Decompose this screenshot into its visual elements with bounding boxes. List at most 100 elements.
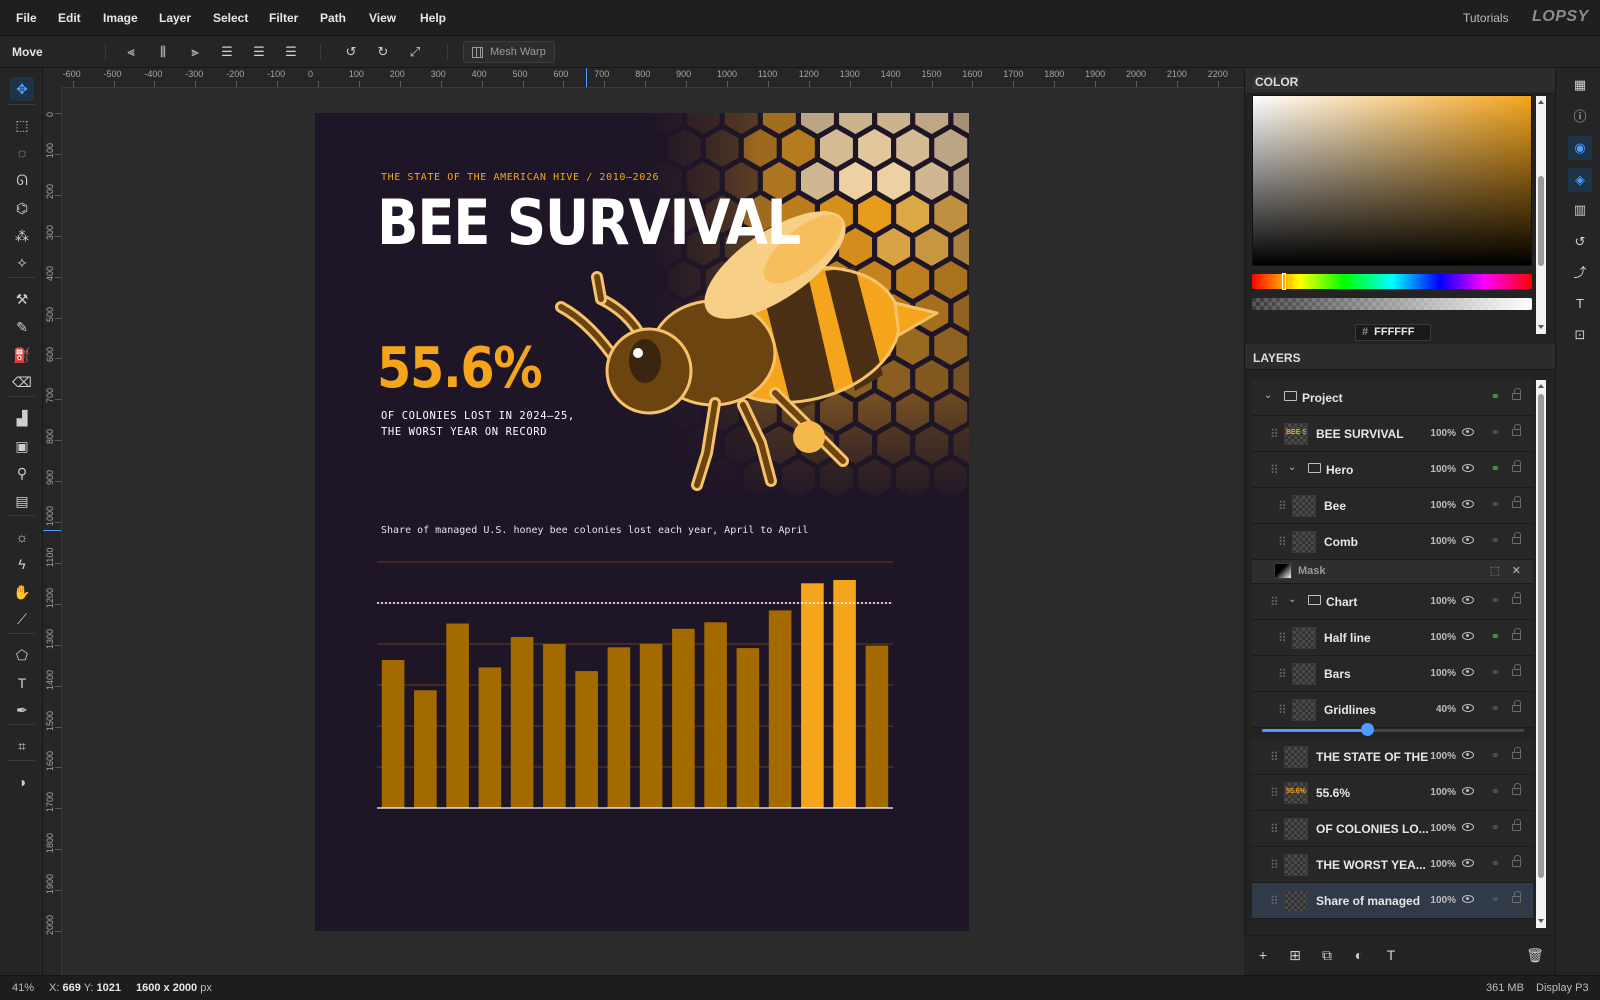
eye-icon[interactable] bbox=[1462, 500, 1474, 508]
eye-icon[interactable] bbox=[1462, 859, 1474, 867]
spray-icon[interactable]: ⛽ bbox=[10, 343, 34, 367]
polygon-icon[interactable]: ⬠ bbox=[10, 643, 34, 667]
mesh-warp-button[interactable]: Mesh Warp bbox=[463, 41, 555, 63]
menu-filter[interactable]: Filter bbox=[269, 11, 298, 25]
eyedropper-icon[interactable]: ⟋ bbox=[10, 607, 34, 631]
eye-icon[interactable] bbox=[1462, 751, 1474, 759]
eye-icon[interactable] bbox=[1462, 704, 1474, 712]
drag-handle-icon[interactable]: ⠿ bbox=[1278, 631, 1287, 645]
fill-icon[interactable]: ▟ bbox=[10, 406, 34, 430]
spot-heal-icon[interactable]: ✧ bbox=[10, 251, 34, 275]
lock-icon[interactable] bbox=[1512, 891, 1521, 903]
layer-row[interactable]: ⠿ Comb 100% ⚭ bbox=[1252, 524, 1533, 560]
palette-icon[interactable]: ◉ bbox=[1568, 136, 1592, 160]
color-panel-scrollbar[interactable] bbox=[1536, 96, 1546, 334]
layers-list[interactable]: ⌄ Project ⚭ ⠿ BEE SURV BEE SURVIVAL 100% ⚭ ⠿ ⌄ Her… bbox=[1252, 380, 1533, 930]
align-right-icon[interactable]: ⫸ bbox=[185, 42, 205, 62]
eye-icon[interactable] bbox=[1462, 823, 1474, 831]
menu-edit[interactable]: Edit bbox=[58, 11, 81, 25]
film-icon[interactable]: ▤ bbox=[10, 489, 34, 513]
eye-icon[interactable] bbox=[1462, 632, 1474, 640]
expand-icon[interactable]: ⤢ bbox=[405, 42, 425, 62]
eye-icon[interactable] bbox=[1462, 787, 1474, 795]
layer-folder-row[interactable]: ⠿ ⌄ Hero 100% ⚭ bbox=[1252, 452, 1533, 488]
zoom-level[interactable]: 41% bbox=[12, 982, 34, 994]
alpha-slider[interactable] bbox=[1252, 298, 1532, 310]
horizontal-ruler[interactable]: -600 -500 -400 -300 -200 -100 0 100 200 300 400 500… bbox=[62, 68, 1244, 88]
eye-icon[interactable] bbox=[1462, 536, 1474, 544]
eye-icon[interactable] bbox=[1462, 596, 1474, 604]
lock-icon[interactable] bbox=[1512, 532, 1521, 544]
align-center-h-icon[interactable]: ⫼ bbox=[153, 42, 173, 62]
link-icon[interactable]: ⚭ bbox=[1491, 630, 1500, 643]
duplicate-layer-icon[interactable]: ⧉ bbox=[1316, 944, 1338, 966]
map-icon[interactable]: ▦ bbox=[1568, 73, 1592, 97]
info-icon[interactable]: ⓘ bbox=[1568, 105, 1592, 129]
lock-icon[interactable] bbox=[1512, 388, 1521, 400]
menu-select[interactable]: Select bbox=[213, 11, 248, 25]
link-icon[interactable]: ⚭ bbox=[1491, 594, 1500, 607]
align-middle-v-icon[interactable]: ☰ bbox=[249, 42, 269, 62]
align-top-icon[interactable]: ☰ bbox=[217, 42, 237, 62]
link-icon[interactable]: ⚭ bbox=[1491, 498, 1500, 511]
menu-layer[interactable]: Layer bbox=[159, 11, 191, 25]
link-icon[interactable]: ⚭ bbox=[1491, 390, 1500, 403]
vertical-ruler[interactable]: 0 100 200 300 400 500 600 700 800 900 1000 1100 1200… bbox=[43, 88, 62, 975]
drag-handle-icon[interactable]: ⠿ bbox=[1270, 595, 1279, 609]
layers-icon[interactable]: ◈ bbox=[1568, 168, 1592, 192]
chevron-down-icon[interactable]: ⌄ bbox=[1288, 462, 1296, 473]
menu-view[interactable]: View bbox=[369, 11, 396, 25]
drag-handle-icon[interactable]: ⠿ bbox=[1278, 667, 1287, 681]
pen-icon[interactable]: ✒ bbox=[10, 698, 34, 722]
layer-row[interactable]: ⠿ 55.6% 55.6% 100% ⚭ bbox=[1252, 775, 1533, 811]
drag-handle-icon[interactable]: ⠿ bbox=[1270, 858, 1279, 872]
eye-icon[interactable] bbox=[1462, 464, 1474, 472]
drag-handle-icon[interactable]: ⠿ bbox=[1270, 750, 1279, 764]
lock-icon[interactable] bbox=[1512, 700, 1521, 712]
drag-handle-icon[interactable]: ⠿ bbox=[1278, 703, 1287, 717]
quick-select-icon[interactable]: ⌬ bbox=[10, 196, 34, 220]
add-folder-icon[interactable]: ⊞ bbox=[1284, 944, 1306, 966]
text-layer-icon[interactable]: T bbox=[1380, 944, 1402, 966]
layer-row[interactable]: ⠿ THE WORST YEA... 100% ⚭ bbox=[1252, 847, 1533, 883]
magic-wand-icon[interactable]: ⁂ bbox=[10, 224, 34, 248]
pencil-icon[interactable]: ✎ bbox=[10, 315, 34, 339]
layer-row[interactable]: ⠿ BEE SURV BEE SURVIVAL 100% ⚭ bbox=[1252, 416, 1533, 452]
eye-icon[interactable] bbox=[1462, 895, 1474, 903]
history-icon[interactable]: ↺ bbox=[1568, 230, 1592, 254]
link-icon[interactable]: ⚭ bbox=[1491, 534, 1500, 547]
layer-row[interactable]: ⠿ OF COLONIES LO... 100% ⚭ bbox=[1252, 811, 1533, 847]
add-layer-icon[interactable]: + bbox=[1252, 944, 1274, 966]
link-icon[interactable]: ⚭ bbox=[1491, 462, 1500, 475]
layers-scrollbar[interactable] bbox=[1536, 380, 1546, 928]
align-left-icon[interactable]: ⫷ bbox=[121, 42, 141, 62]
drag-handle-icon[interactable]: ⠿ bbox=[1270, 463, 1279, 477]
link-icon[interactable]: ⚭ bbox=[1491, 857, 1500, 870]
menu-path[interactable]: Path bbox=[320, 11, 346, 25]
hue-slider[interactable] bbox=[1252, 274, 1532, 289]
rect-select-icon[interactable]: ⬚ bbox=[10, 113, 34, 137]
rotate-ccw-icon[interactable]: ↺ bbox=[341, 42, 361, 62]
curve-icon[interactable]: ⤴ bbox=[1568, 261, 1592, 285]
lock-icon[interactable] bbox=[1512, 855, 1521, 867]
eye-icon[interactable] bbox=[1462, 668, 1474, 676]
delete-layer-icon[interactable]: 🗑 bbox=[1524, 944, 1546, 966]
stamp-icon[interactable]: ⚲ bbox=[10, 461, 34, 485]
layer-folder-row[interactable]: ⠿ ⌄ Chart 100% ⚭ bbox=[1252, 584, 1533, 620]
tutorials-link[interactable]: Tutorials bbox=[1463, 11, 1509, 25]
lock-icon[interactable] bbox=[1512, 819, 1521, 831]
artboard[interactable]: THE STATE OF THE AMERICAN HIVE / 2010–20… bbox=[315, 113, 969, 931]
contrast-icon[interactable]: ◑ bbox=[10, 770, 34, 794]
brush-icon[interactable]: ⚒ bbox=[10, 287, 34, 311]
layer-mask-row[interactable]: Mask ⬚ ✕ bbox=[1252, 560, 1533, 584]
close-icon[interactable]: ✕ bbox=[1512, 564, 1521, 577]
layer-row[interactable]: ⠿ THE STATE OF THE 100% ⚭ bbox=[1252, 739, 1533, 775]
menu-help[interactable]: Help bbox=[420, 11, 446, 25]
mask-layer-icon[interactable]: ◐ bbox=[1348, 944, 1370, 966]
layer-opacity-slider[interactable] bbox=[1262, 723, 1524, 736]
hand-icon[interactable]: ✋ bbox=[10, 580, 34, 604]
crop-icon[interactable]: ⌗ bbox=[10, 734, 34, 758]
dodge-icon[interactable]: ☼ bbox=[10, 525, 34, 549]
layers-panel-title[interactable]: LAYERS bbox=[1253, 351, 1301, 365]
link-icon[interactable]: ⚭ bbox=[1491, 893, 1500, 906]
